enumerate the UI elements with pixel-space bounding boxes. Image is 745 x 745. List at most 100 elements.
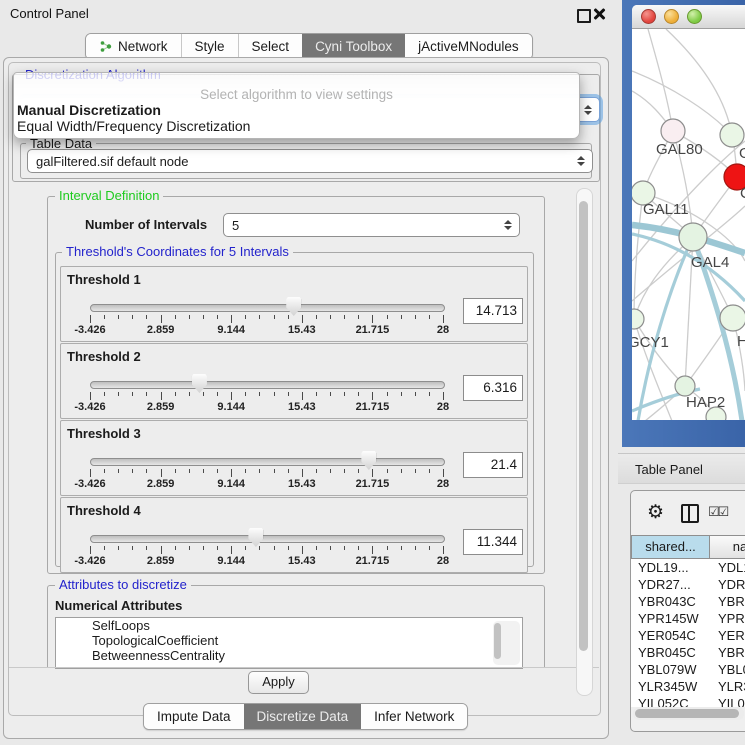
column-header-2[interactable]: name (710, 535, 745, 559)
number-of-intervals-value: 5 (232, 218, 239, 233)
slider-track[interactable] (90, 381, 445, 389)
table-row[interactable]: YDR27...YDR2 (631, 576, 745, 593)
slider-thumb[interactable] (248, 528, 263, 547)
app-root: Control Panel NetworkStyleSelectCyni Too… (0, 0, 745, 745)
tick-label: 21.715 (356, 401, 390, 413)
apply-button[interactable]: Apply (248, 671, 309, 694)
network-edge[interactable] (634, 237, 693, 319)
table-row[interactable]: YLR345WYLR3 (631, 678, 745, 695)
tick-label: 9.144 (217, 324, 245, 336)
dropdown-item[interactable]: Equal Width/Frequency Discretization (17, 118, 576, 134)
viewport-divider (9, 667, 599, 668)
slider-thumb[interactable] (361, 451, 376, 470)
attribute-item[interactable]: BetweennessCentrality (74, 648, 522, 663)
slider-track[interactable] (90, 304, 445, 312)
threshold-value-field[interactable]: 11.344 (463, 529, 523, 555)
tab-discretize-data[interactable]: Discretize Data (244, 704, 362, 729)
threshold-slider[interactable]: -3.4262.8599.14415.4321.71528 (83, 368, 451, 414)
network-node-label: GAL4 (691, 254, 729, 271)
table-toolbar: ⚙ ☑☑ (631, 491, 745, 535)
main-scrollbar[interactable] (576, 188, 593, 696)
network-canvas[interactable]: GAL80GACGAL11GAL4GCY1HHAP2 (632, 29, 745, 420)
tick-label: -3.426 (74, 324, 105, 336)
cell-shared-name: YIL052C (631, 695, 710, 707)
number-of-intervals-combobox[interactable]: 5 (223, 213, 520, 237)
threshold-slider[interactable]: -3.4262.8599.14415.4321.71528 (83, 291, 451, 337)
bottom-tab-bar: Impute Data Discretize DataInfer Network (143, 703, 468, 730)
slider-ticks (90, 546, 443, 555)
tab-jactivemnodules[interactable]: jActiveMNodules (405, 34, 532, 59)
tab-cyni-toolbox[interactable]: Cyni Toolbox (302, 34, 405, 59)
checkbox-icons[interactable]: ☑☑ (708, 504, 727, 520)
scrollbar-thumb[interactable] (579, 201, 588, 651)
attribute-item[interactable]: SelfLoops (74, 618, 522, 633)
threshold-panel: Threshold 4 -3.4262.8599.14415.4321.7152… (60, 497, 528, 573)
mac-close-icon[interactable] (641, 9, 656, 24)
threshold-value-field[interactable]: 14.713 (463, 298, 523, 324)
tab-label: Impute Data (157, 705, 231, 729)
tab-infer-network[interactable]: Infer Network (361, 704, 467, 729)
tab-impute-data[interactable]: Impute Data (144, 704, 244, 729)
cell-shared-name: YBL079W (631, 661, 710, 678)
table-row[interactable]: YBR043CYBR0 (631, 593, 745, 610)
table-data-combobox[interactable]: galFiltered.sif default node (27, 149, 593, 173)
h-scrollbar-thumb[interactable] (635, 709, 739, 718)
cell-shared-name: YBR043C (631, 593, 710, 610)
threshold-slider[interactable]: -3.4262.8599.14415.4321.71528 (83, 522, 451, 568)
threshold-slider[interactable]: -3.4262.8599.14415.4321.71528 (83, 445, 451, 491)
network-node[interactable] (720, 305, 745, 331)
table-row[interactable]: YER054CYER0 (631, 627, 745, 644)
threshold-value-field[interactable]: 6.316 (463, 375, 523, 401)
mac-zoom-icon[interactable] (687, 9, 702, 24)
tab-label: Cyni Toolbox (315, 35, 392, 59)
column-browser-icon[interactable] (681, 504, 699, 523)
combo-spinner-icon (504, 220, 512, 230)
table-row[interactable]: YBR045CYBR0 (631, 644, 745, 661)
gear-icon[interactable]: ⚙ (647, 501, 664, 524)
float-panel-icon[interactable] (577, 9, 591, 23)
dropdown-item[interactable]: Manual Discretization (17, 102, 576, 118)
network-node-label: HAP2 (686, 394, 725, 411)
table-row[interactable]: YBL079WYBL0 (631, 661, 745, 678)
tab-style[interactable]: Style (182, 34, 239, 59)
slider-track[interactable] (90, 535, 445, 543)
table-row[interactable]: YPR145WYPR1 (631, 610, 745, 627)
threshold-value-field[interactable]: 21.4 (463, 452, 523, 478)
slider-thumb[interactable] (286, 297, 301, 316)
network-node[interactable] (661, 119, 685, 143)
slider-track[interactable] (90, 458, 445, 466)
network-tab-icon (99, 40, 112, 53)
tab-network[interactable]: Network (86, 34, 182, 59)
threshold-panel: Threshold 3 -3.4262.8599.14415.4321.7152… (60, 420, 528, 496)
threshold-panel: Threshold 2 -3.4262.8599.14415.4321.7152… (60, 343, 528, 419)
network-node[interactable] (720, 123, 744, 147)
column-header-1[interactable]: shared... (631, 535, 710, 559)
network-node[interactable] (675, 376, 695, 396)
close-icon[interactable] (592, 7, 606, 21)
cell-shared-name: YDR27... (631, 576, 710, 593)
tick-label: 21.715 (356, 555, 390, 567)
slider-thumb[interactable] (192, 374, 207, 393)
tick-label: -3.426 (74, 555, 105, 567)
slider-tick-labels: -3.4262.8599.14415.4321.71528 (90, 478, 443, 490)
network-node[interactable] (679, 223, 707, 251)
network-node[interactable] (632, 309, 644, 329)
tick-label: -3.426 (74, 401, 105, 413)
cell-name: YIL0 (710, 695, 745, 707)
algorithm-dropdown-popup: Select algorithm to view settings Manual… (13, 72, 580, 139)
tick-label: 28 (437, 401, 449, 413)
mac-minimize-icon[interactable] (664, 9, 679, 24)
attribute-item[interactable]: TopologicalCoefficient (74, 633, 522, 648)
tick-label: -3.426 (74, 478, 105, 490)
table-row[interactable]: YDL19...YDL1 (631, 559, 745, 576)
tick-label: 28 (437, 324, 449, 336)
tab-select[interactable]: Select (239, 34, 303, 59)
tick-label: 9.144 (217, 478, 245, 490)
table-panel-title: Table Panel (618, 453, 745, 484)
table-row[interactable]: YIL052CYIL0 (631, 695, 745, 707)
tick-label: 9.144 (217, 401, 245, 413)
numerical-attributes-list[interactable]: SelfLoopsTopologicalCoefficientBetweenne… (55, 617, 523, 669)
table-h-scrollbar[interactable] (633, 707, 744, 720)
dropdown-placeholder[interactable]: Select algorithm to view settings (14, 87, 579, 102)
list-scrollbar[interactable] (493, 621, 520, 665)
